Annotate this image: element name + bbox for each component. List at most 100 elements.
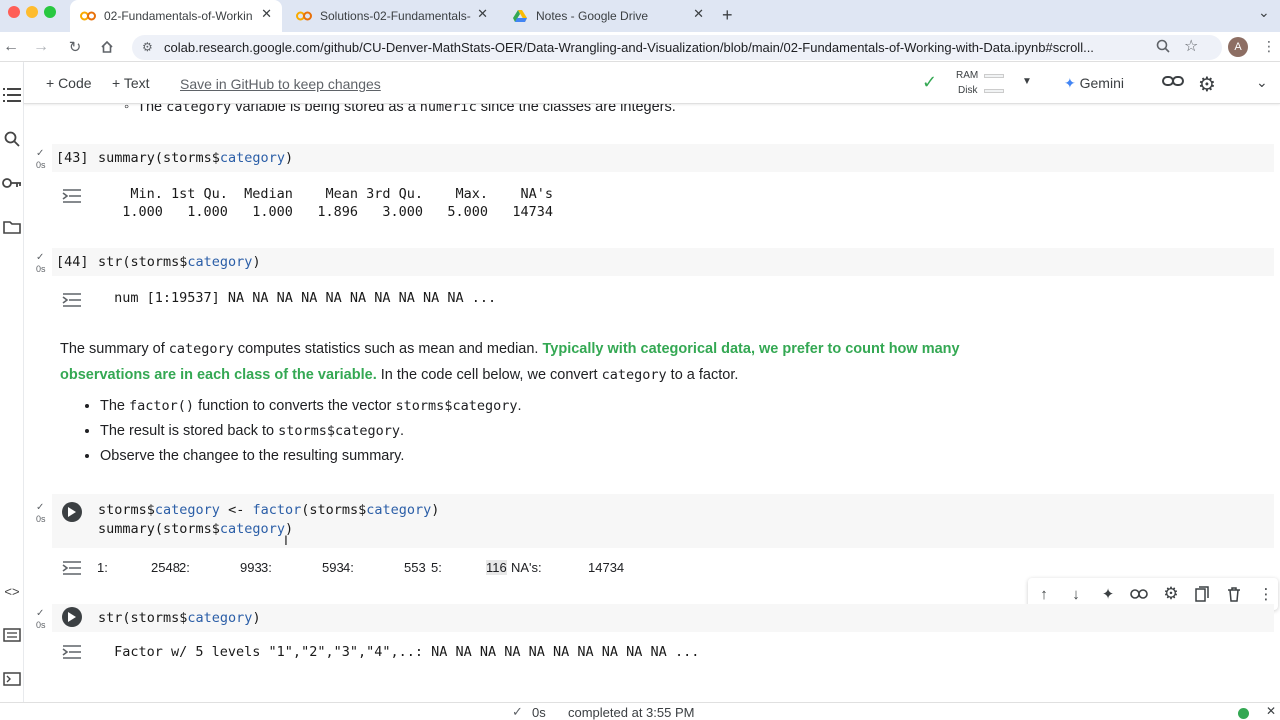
output-menu-icon[interactable] bbox=[62, 560, 82, 576]
ram-label: RAM bbox=[956, 70, 979, 81]
inline-code: category bbox=[168, 341, 234, 357]
gemini-sparkle-icon[interactable]: ✦ bbox=[1098, 584, 1118, 604]
text-fragment: In the code cell below, we convert bbox=[376, 367, 602, 383]
browser-tab-notebook[interactable]: 02-Fundamentals-of-Workin ✕ bbox=[70, 0, 282, 32]
bookmark-star-icon[interactable]: ☆ bbox=[1184, 36, 1198, 56]
output-header: Min. 1st Qu. Median Mean 3rd Qu. Max. NA… bbox=[106, 186, 562, 202]
markdown-paragraph: The summary of category computes statist… bbox=[60, 336, 1060, 388]
delete-cell-icon[interactable] bbox=[1224, 584, 1244, 604]
code-cell-str-factor[interactable]: ✓ 0s str(storms$category) Factor w/ 5 le… bbox=[34, 604, 1274, 674]
files-folder-icon[interactable] bbox=[1, 216, 23, 238]
maximize-window-button[interactable] bbox=[44, 6, 56, 18]
close-status-icon[interactable]: ✕ bbox=[1266, 704, 1276, 718]
inline-code: category bbox=[601, 367, 667, 383]
inline-code: category bbox=[166, 104, 232, 115]
code-editor[interactable]: storms$category <- factor(storms$categor… bbox=[52, 494, 1274, 548]
output-menu-icon[interactable] bbox=[62, 188, 82, 204]
code-cell-44[interactable]: ✓ 0s [44] str(storms$category) num [1:19… bbox=[34, 248, 1274, 318]
inline-code: numeric bbox=[419, 104, 477, 115]
close-tab-icon[interactable]: ✕ bbox=[261, 6, 272, 22]
code-line: str(storms$category) bbox=[98, 254, 261, 270]
minimize-window-button[interactable] bbox=[26, 6, 38, 18]
browser-tab-solutions[interactable]: Solutions-02-Fundamentals- ✕ bbox=[286, 0, 498, 32]
code-token: ) bbox=[431, 502, 440, 518]
output-menu-icon[interactable] bbox=[62, 292, 82, 308]
move-cell-down-icon[interactable]: ↓ bbox=[1066, 584, 1086, 604]
add-code-cell-button[interactable]: + Code bbox=[46, 75, 92, 91]
status-bar: ✓ 0s completed at 3:55 PM ✕ bbox=[0, 702, 1280, 720]
profile-avatar[interactable]: A bbox=[1228, 37, 1248, 57]
connected-check-icon: ✓ bbox=[922, 72, 938, 92]
zoom-icon[interactable] bbox=[1156, 39, 1170, 56]
run-cell-button[interactable] bbox=[62, 607, 82, 627]
code-token: str(storms$ bbox=[98, 610, 188, 626]
close-tab-icon[interactable]: ✕ bbox=[477, 6, 488, 22]
level-value: 116 bbox=[486, 560, 507, 575]
code-editor[interactable]: [43] summary(storms$category) bbox=[52, 144, 1274, 172]
output-values: 1.000 1.000 1.000 1.896 3.000 5.000 1473… bbox=[106, 204, 562, 220]
close-tab-icon[interactable]: ✕ bbox=[693, 6, 704, 22]
code-editor[interactable]: [44] str(storms$category) bbox=[52, 248, 1274, 276]
code-line: summary(storms$category) bbox=[98, 150, 293, 166]
mirror-cell-icon[interactable] bbox=[1192, 584, 1212, 604]
markdown-cell[interactable]: The summary of category computes statist… bbox=[60, 336, 1060, 469]
search-icon[interactable] bbox=[1, 128, 23, 150]
status-exec-time: 0s bbox=[532, 705, 546, 720]
code-line: str(storms$category) bbox=[98, 610, 261, 626]
command-palette-icon[interactable] bbox=[1, 624, 23, 646]
code-token: summary(storms$ bbox=[98, 521, 220, 537]
reload-icon[interactable]: ↻ bbox=[64, 36, 86, 58]
tab-label: 02-Fundamentals-of-Workin bbox=[104, 9, 253, 23]
level-label: 3: bbox=[261, 560, 272, 575]
share-link-icon[interactable] bbox=[1162, 74, 1184, 93]
code-cell-43[interactable]: ✓ 0s [43] summary(storms$category) Min. … bbox=[34, 144, 1274, 234]
collapse-header-icon[interactable]: ⌄ bbox=[1256, 74, 1268, 91]
secrets-key-icon[interactable] bbox=[1, 172, 23, 194]
bullet-item: Observe the changee to the resulting sum… bbox=[100, 444, 1060, 469]
colab-icon bbox=[296, 8, 312, 24]
code-token: ) bbox=[252, 254, 261, 270]
bullet-hollow: ◦ bbox=[124, 104, 130, 115]
link-to-cell-icon[interactable] bbox=[1129, 584, 1149, 604]
exec-time: 0s bbox=[36, 514, 46, 524]
run-cell-button[interactable] bbox=[62, 502, 82, 522]
text-fragment: since the classes are integers. bbox=[476, 104, 676, 115]
url-text: colab.research.google.com/github/CU-Denv… bbox=[164, 40, 1094, 55]
code-snippets-icon[interactable]: <> bbox=[1, 580, 23, 602]
inline-code: storms$category bbox=[395, 398, 518, 414]
execution-count: [43] bbox=[56, 150, 89, 166]
more-actions-icon[interactable]: ⋮ bbox=[1256, 584, 1276, 604]
gemini-button[interactable]: ✦ Gemini bbox=[1064, 75, 1124, 92]
site-info-icon[interactable]: ⚙ bbox=[142, 40, 153, 54]
code-token: ) bbox=[284, 150, 294, 166]
output-text: num [1:19537] NA NA NA NA NA NA NA NA NA… bbox=[106, 290, 497, 306]
tab-search-icon[interactable]: ⌄ bbox=[1258, 4, 1270, 21]
output-menu-icon[interactable] bbox=[62, 644, 82, 660]
close-window-button[interactable] bbox=[8, 6, 20, 18]
move-cell-up-icon[interactable]: ↑ bbox=[1034, 584, 1054, 604]
home-icon[interactable] bbox=[96, 36, 118, 58]
gemini-label: Gemini bbox=[1079, 75, 1124, 91]
text-fragment: variable is being stored as a bbox=[231, 104, 420, 115]
terminal-icon[interactable] bbox=[1, 668, 23, 690]
code-cell-factor[interactable]: ✓ 0s storms$category <- factor(storms$ca… bbox=[34, 494, 1274, 584]
browser-tab-drive[interactable]: Notes - Google Drive ✕ bbox=[502, 0, 714, 32]
code-token: <- bbox=[219, 502, 253, 518]
add-text-cell-button[interactable]: + Text bbox=[112, 75, 150, 91]
settings-gear-icon[interactable]: ⚙ bbox=[1198, 72, 1216, 97]
address-bar[interactable]: ⚙ colab.research.google.com/github/CU-De… bbox=[132, 35, 1222, 60]
browser-menu-icon[interactable]: ⋮ bbox=[1262, 38, 1276, 55]
forward-icon[interactable]: → bbox=[30, 36, 52, 58]
connection-status-dot[interactable] bbox=[1238, 708, 1249, 719]
markdown-bullet-list: The factor() function to converts the ve… bbox=[60, 394, 1060, 469]
status-text[interactable]: completed at 3:55 PM bbox=[568, 705, 694, 720]
code-token: (storms$ bbox=[301, 502, 367, 518]
new-tab-button[interactable]: + bbox=[722, 5, 733, 26]
back-icon[interactable]: ← bbox=[0, 36, 22, 58]
save-in-github-link[interactable]: Save in GitHub to keep changes bbox=[180, 76, 381, 92]
runtime-dropdown-icon[interactable]: ▼ bbox=[1022, 76, 1032, 87]
code-editor[interactable]: str(storms$category) bbox=[52, 604, 1274, 632]
cell-settings-gear-icon[interactable]: ⚙ bbox=[1161, 584, 1181, 604]
table-of-contents-icon[interactable] bbox=[1, 84, 23, 106]
level-value: 993 bbox=[240, 560, 262, 575]
